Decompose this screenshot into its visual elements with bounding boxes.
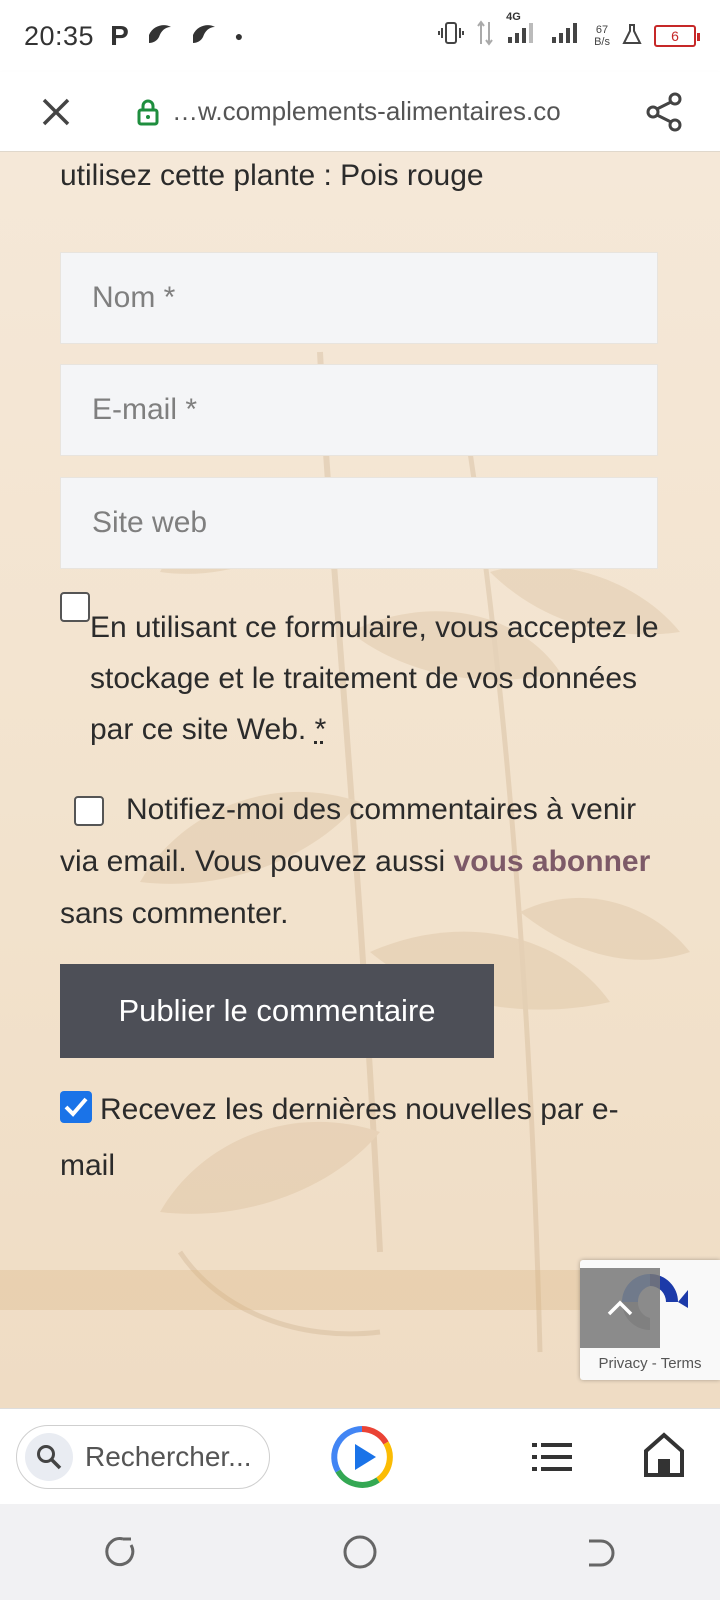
play-app-icon[interactable] xyxy=(330,1425,394,1489)
system-icons: 4G 67 B/s 6 xyxy=(438,11,700,53)
back-button[interactable] xyxy=(570,1522,630,1582)
chevron-up-icon xyxy=(607,1300,633,1316)
status-bar: 20:35 P ● 4G 67 B/s 6 xyxy=(0,0,720,72)
bird-app-icon-2 xyxy=(191,21,217,52)
name-input[interactable] xyxy=(92,253,626,343)
required-mark: * xyxy=(314,713,327,746)
newsletter-row: Recevez les dernières nouvelles par e-ma… xyxy=(60,1082,660,1194)
website-input[interactable] xyxy=(92,478,626,568)
battery-level: 6 xyxy=(671,28,679,44)
browser-bottom-toolbar: Rechercher... xyxy=(0,1408,720,1504)
consent-label: En utilisant ce formulaire, vous accepte… xyxy=(90,611,659,746)
name-field[interactable] xyxy=(60,252,658,344)
notify-row: Notifiez-moi des commentaires à venir vi… xyxy=(60,784,660,940)
search-icon-wrap xyxy=(25,1433,73,1481)
signal-icon xyxy=(550,21,582,52)
back-icon xyxy=(589,1539,615,1567)
website-field[interactable] xyxy=(60,477,658,569)
network-speed-value: 67 xyxy=(595,24,609,36)
signal-4g-icon: 4G xyxy=(506,11,538,52)
data-transfer-icon xyxy=(476,19,494,53)
subscribe-link[interactable]: vous abonner xyxy=(454,845,651,878)
recent-apps-icon xyxy=(105,1537,135,1567)
vibrate-icon xyxy=(438,21,465,52)
recent-apps-button[interactable] xyxy=(90,1522,150,1582)
network-speed-unit: B/s xyxy=(594,36,610,48)
notification-icons: P ● xyxy=(110,20,243,52)
consent-row: En utilisant ce formulaire, vous accepte… xyxy=(60,592,660,755)
share-icon xyxy=(646,92,682,131)
network-type-label: 4G xyxy=(506,10,521,23)
close-icon xyxy=(42,98,70,125)
bird-app-icon xyxy=(147,21,173,52)
home-icon[interactable] xyxy=(642,1431,686,1479)
parking-app-icon: P xyxy=(110,20,129,51)
newsletter-label: Recevez les dernières nouvelles par e-ma… xyxy=(60,1093,619,1182)
lock-icon xyxy=(137,99,159,125)
newsletter-checkbox[interactable] xyxy=(60,1091,92,1124)
home-circle-icon xyxy=(343,1535,377,1569)
recaptcha-separator: - xyxy=(651,1355,657,1372)
network-speed: 67 B/s xyxy=(594,24,610,48)
notify-text-after: sans commenter. xyxy=(60,897,289,930)
intro-text: utilisez cette plante : Pois rouge xyxy=(60,159,484,192)
checkmark-icon xyxy=(64,1097,88,1118)
web-page: utilisez cette plante : Pois rouge En ut… xyxy=(0,152,720,1408)
email-field[interactable] xyxy=(60,364,658,456)
recaptcha-links: Privacy - Terms xyxy=(580,1355,720,1372)
search-placeholder: Rechercher... xyxy=(85,1441,252,1472)
search-icon xyxy=(37,1445,62,1470)
publish-comment-button[interactable]: Publier le commentaire xyxy=(60,964,494,1058)
home-nav-button[interactable] xyxy=(330,1522,390,1582)
email-input[interactable] xyxy=(92,365,626,455)
recaptcha-terms-link[interactable]: Terms xyxy=(661,1355,702,1372)
browser-address-bar: …w.complements-alimentaires.co xyxy=(0,72,720,152)
flask-icon xyxy=(622,21,642,52)
share-button[interactable] xyxy=(624,72,704,152)
recaptcha-privacy-link[interactable]: Privacy xyxy=(598,1355,647,1372)
scroll-to-top-button[interactable] xyxy=(580,1268,660,1348)
battery-icon: 6 xyxy=(654,25,700,47)
more-notifications-dot-icon: ● xyxy=(234,28,244,44)
comment-form: utilisez cette plante : Pois rouge En ut… xyxy=(60,152,660,1182)
consent-text: En utilisant ce formulaire, vous accepte… xyxy=(90,602,660,755)
url-text: …w.complements-alimentaires.co xyxy=(172,96,561,126)
url-display[interactable]: …w.complements-alimentaires.co xyxy=(96,96,624,127)
list-icon[interactable] xyxy=(530,1437,574,1477)
notify-checkbox[interactable] xyxy=(74,796,104,827)
consent-checkbox[interactable] xyxy=(60,592,90,622)
status-time: 20:35 xyxy=(24,20,95,51)
system-navigation-bar xyxy=(0,1504,720,1600)
close-tab-button[interactable] xyxy=(16,72,96,152)
search-bar[interactable]: Rechercher... xyxy=(16,1425,270,1489)
